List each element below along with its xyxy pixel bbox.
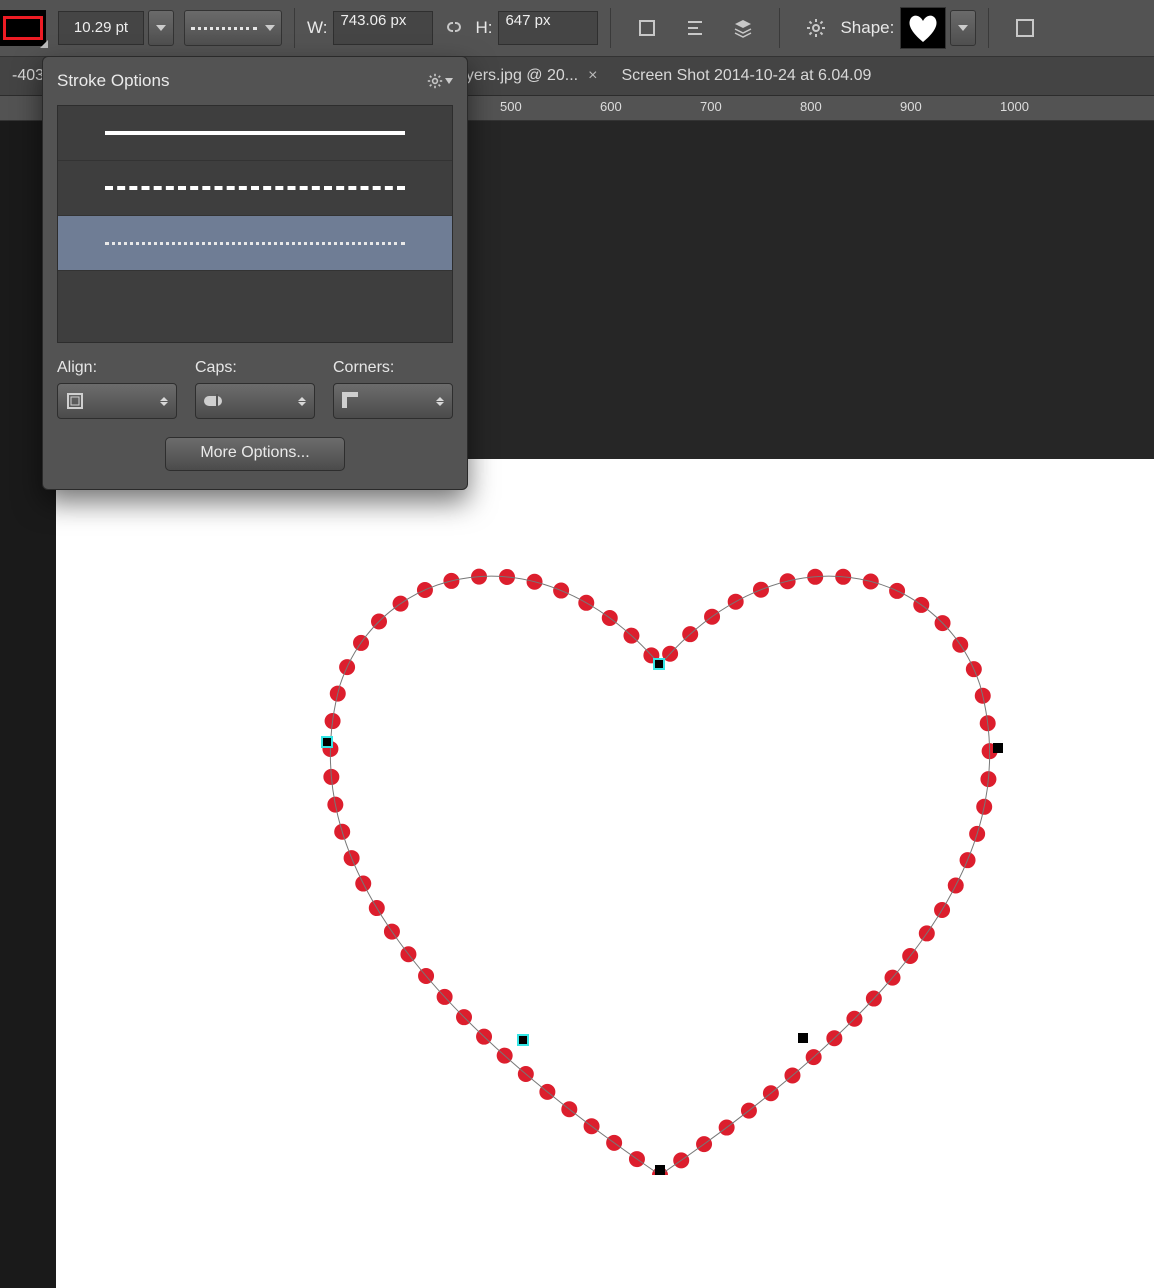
heart-shape-path[interactable] xyxy=(300,535,1020,1175)
height-input[interactable]: 647 px xyxy=(498,11,598,45)
cap-round-icon xyxy=(204,394,226,408)
stroke-style-preview xyxy=(191,27,257,30)
chevron-down-icon xyxy=(265,25,275,31)
stroke-width-dropdown[interactable] xyxy=(148,10,174,46)
height-label: H: xyxy=(475,18,492,38)
stroke-width-input[interactable]: 10.29 pt xyxy=(58,11,144,45)
separator xyxy=(779,8,780,48)
separator xyxy=(610,8,611,48)
custom-shape-picker[interactable] xyxy=(900,7,946,49)
corner-miter-icon xyxy=(342,392,360,410)
chevron-down-icon xyxy=(445,78,453,84)
align-label: Align: xyxy=(57,359,177,377)
stroke-align-select[interactable] xyxy=(57,383,177,419)
stroke-color-swatch[interactable] xyxy=(0,10,46,46)
settings-gear-icon[interactable] xyxy=(798,14,834,42)
width-label: W: xyxy=(307,18,327,38)
canvas[interactable] xyxy=(56,459,1154,1288)
path-arrangement-button[interactable] xyxy=(725,14,761,42)
chevron-down-icon xyxy=(958,25,968,31)
link-wh-icon[interactable] xyxy=(443,18,465,39)
ruler-tick-label: 900 xyxy=(900,99,922,114)
stroke-color-preview xyxy=(3,16,43,40)
popover-title: Stroke Options xyxy=(57,71,169,91)
popover-settings-button[interactable] xyxy=(427,73,453,89)
ruler-tick-label: 1000 xyxy=(1000,99,1029,114)
stroke-preset-solid[interactable] xyxy=(58,106,452,161)
path-operations-button[interactable] xyxy=(629,14,665,42)
stroke-preset-dashed[interactable] xyxy=(58,161,452,216)
caps-label: Caps: xyxy=(195,359,315,377)
stroke-preset-list xyxy=(57,105,453,343)
stroke-width-group: 10.29 pt xyxy=(58,10,174,46)
gear-icon xyxy=(427,73,443,89)
more-options-button[interactable]: More Options... xyxy=(165,437,345,471)
width-input[interactable]: 743.06 px xyxy=(333,11,433,45)
ruler-tick-label: 700 xyxy=(700,99,722,114)
tab-close-icon[interactable]: × xyxy=(588,67,597,85)
stroke-style-dropdown[interactable] xyxy=(184,10,282,46)
tab-label: -403 xyxy=(12,67,44,85)
document-tab[interactable]: Screen Shot 2014-10-24 at 6.04.09 xyxy=(609,57,883,95)
ruler-tick-label: 800 xyxy=(800,99,822,114)
separator xyxy=(294,8,295,48)
ruler-tick-label: 500 xyxy=(500,99,522,114)
stroke-caps-select[interactable] xyxy=(195,383,315,419)
align-edges-button[interactable] xyxy=(1007,14,1043,42)
shape-label: Shape: xyxy=(840,18,894,38)
corners-label: Corners: xyxy=(333,359,453,377)
path-alignment-button[interactable] xyxy=(677,14,713,42)
tab-label: Screen Shot 2014-10-24 at 6.04.09 xyxy=(621,67,871,85)
path-anchor-points[interactable] xyxy=(322,659,1003,1175)
chevron-down-icon xyxy=(156,25,166,31)
stroke-preset-dotted[interactable] xyxy=(58,216,452,271)
align-center-icon xyxy=(66,392,84,410)
heart-icon xyxy=(905,12,941,44)
separator xyxy=(988,8,989,48)
ruler-tick-label: 600 xyxy=(600,99,622,114)
stroke-options-popover: Stroke Options Align: Caps: Corners: xyxy=(42,56,468,490)
options-bar: 10.29 pt W: 743.06 px H: 647 px Shape: xyxy=(0,0,1154,57)
custom-shape-dropdown[interactable] xyxy=(950,10,976,46)
stroke-corners-select[interactable] xyxy=(333,383,453,419)
